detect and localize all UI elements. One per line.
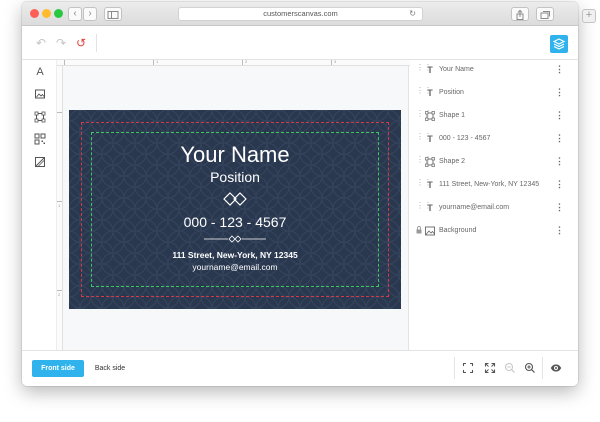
- lock-icon[interactable]: [416, 226, 422, 235]
- sidebar-toggle-icon[interactable]: [104, 7, 122, 21]
- qr-code-icon[interactable]: [34, 133, 46, 145]
- address-bar[interactable]: customerscanvas.com ↻: [178, 7, 423, 21]
- fit-to-screen-icon[interactable]: [462, 362, 474, 374]
- more-options-icon[interactable]: ⋮: [555, 202, 564, 212]
- layer-label: 111 Street, New-York, NY 12345: [439, 181, 540, 188]
- shape-icon: [425, 157, 435, 167]
- divider-ornament-shape[interactable]: [202, 234, 268, 244]
- layer-label: Shape 1: [439, 112, 466, 119]
- add-shape-icon[interactable]: [34, 111, 46, 123]
- bottom-bar: Front side Back side: [22, 350, 578, 386]
- business-card[interactable]: Your Name Position 000 - 123 - 4567 111 …: [69, 110, 401, 309]
- editor-toolbar: ↶ ↷ ↺: [22, 26, 578, 60]
- more-options-icon[interactable]: ⋮: [555, 179, 564, 189]
- card-email-text[interactable]: yourname@email.com: [69, 262, 401, 273]
- share-icon[interactable]: [511, 7, 529, 21]
- tabs-overview-icon[interactable]: [536, 7, 554, 21]
- more-options-icon[interactable]: ⋮: [555, 225, 564, 235]
- more-options-icon[interactable]: ⋮: [555, 87, 564, 97]
- toolbar-divider: [96, 34, 97, 52]
- layer-item[interactable]: ⋮⋮ T Your Name ⋮: [410, 60, 578, 83]
- image-icon: [425, 226, 435, 236]
- shape-icon: [425, 111, 435, 121]
- redo-icon[interactable]: ↷: [56, 36, 66, 50]
- layer-item[interactable]: ⋮⋮ T Position ⋮: [410, 83, 578, 106]
- address-url: customerscanvas.com: [263, 9, 338, 18]
- top-ruler: 1 2 3: [57, 59, 410, 66]
- more-options-icon[interactable]: ⋮: [555, 156, 564, 166]
- layer-label: Shape 2: [439, 158, 466, 165]
- zoom-window-button[interactable]: [54, 9, 63, 18]
- ruler-label: 2: [245, 59, 248, 64]
- forward-arrow-icon[interactable]: ›: [83, 7, 97, 21]
- zoom-in-icon[interactable]: [524, 362, 536, 374]
- ruler-label: 1: [156, 59, 159, 64]
- layer-label: 000 - 123 - 4567: [439, 135, 491, 142]
- text-icon: T: [427, 180, 433, 190]
- drag-handle-icon[interactable]: ⋮⋮: [416, 133, 432, 144]
- bottom-divider: [454, 357, 455, 379]
- background-icon[interactable]: [34, 156, 46, 168]
- layer-label: Position: [439, 89, 464, 96]
- preview-eye-icon[interactable]: [550, 362, 562, 374]
- layer-item[interactable]: ⋮⋮ T 111 Street, New-York, NY 12345 ⋮: [410, 175, 578, 198]
- card-position-text[interactable]: Position: [69, 168, 401, 186]
- bottom-divider: [542, 357, 543, 379]
- zoom-out-icon[interactable]: [504, 362, 516, 374]
- minimize-window-button[interactable]: [42, 9, 51, 18]
- reload-icon[interactable]: ↻: [409, 8, 416, 20]
- add-image-icon[interactable]: [34, 88, 46, 100]
- ruler-label: 1: [58, 203, 61, 208]
- layer-item[interactable]: ⋮⋮ Shape 1 ⋮: [410, 106, 578, 129]
- drag-handle-icon[interactable]: ⋮⋮: [416, 64, 432, 75]
- drag-handle-icon[interactable]: ⋮⋮: [416, 110, 432, 121]
- layer-label: Background: [439, 227, 477, 234]
- card-name-text[interactable]: Your Name: [69, 142, 401, 168]
- more-options-icon[interactable]: ⋮: [555, 110, 564, 120]
- drag-handle-icon[interactable]: ⋮⋮: [416, 179, 432, 190]
- add-text-icon[interactable]: A: [34, 66, 46, 78]
- layer-item[interactable]: ⋮⋮ T yourname@email.com ⋮: [410, 198, 578, 221]
- browser-chrome: ‹ › customerscanvas.com ↻: [22, 2, 578, 26]
- left-ruler: 1 2: [57, 66, 63, 350]
- ruler-label: 2: [58, 292, 61, 297]
- layers-toggle-button[interactable]: [550, 35, 568, 53]
- close-window-button[interactable]: [30, 9, 39, 18]
- text-icon: T: [427, 88, 433, 98]
- layers-icon: [552, 38, 566, 50]
- layer-item[interactable]: Background ⋮: [410, 221, 578, 244]
- more-options-icon[interactable]: ⋮: [555, 133, 564, 143]
- layer-item[interactable]: ⋮⋮ T 000 - 123 - 4567 ⋮: [410, 129, 578, 152]
- ruler-label: 3: [334, 59, 337, 64]
- browser-window: ‹ › customerscanvas.com ↻ ↶ ↷ ↺ A 1 2 3 …: [22, 2, 578, 386]
- drag-handle-icon[interactable]: ⋮⋮: [416, 202, 432, 213]
- left-toolbar: A: [22, 60, 56, 350]
- text-icon: T: [427, 65, 433, 75]
- history-icon[interactable]: ↺: [76, 36, 86, 50]
- drag-handle-icon[interactable]: ⋮⋮: [416, 87, 432, 98]
- layer-label: Your Name: [439, 66, 474, 73]
- layers-panel: ⋮⋮ T Your Name ⋮ ⋮⋮ T Position ⋮ ⋮⋮ Shap…: [410, 60, 578, 350]
- front-side-button[interactable]: Front side: [32, 360, 84, 377]
- fullscreen-icon[interactable]: [484, 362, 496, 374]
- new-tab-button[interactable]: +: [582, 9, 596, 23]
- card-address-text[interactable]: 111 Street, New-York, NY 12345: [69, 250, 401, 261]
- text-icon: T: [427, 134, 433, 144]
- layer-label: yourname@email.com: [439, 204, 510, 211]
- drag-handle-icon[interactable]: ⋮⋮: [416, 156, 432, 167]
- layer-item[interactable]: ⋮⋮ Shape 2 ⋮: [410, 152, 578, 175]
- diamond-ornament-shape[interactable]: [221, 191, 249, 207]
- more-options-icon[interactable]: ⋮: [555, 64, 564, 74]
- back-side-button[interactable]: Back side: [88, 360, 132, 377]
- card-phone-text[interactable]: 000 - 123 - 4567: [69, 213, 401, 231]
- back-arrow-icon[interactable]: ‹: [68, 7, 82, 21]
- undo-icon[interactable]: ↶: [36, 36, 46, 50]
- text-icon: T: [427, 203, 433, 213]
